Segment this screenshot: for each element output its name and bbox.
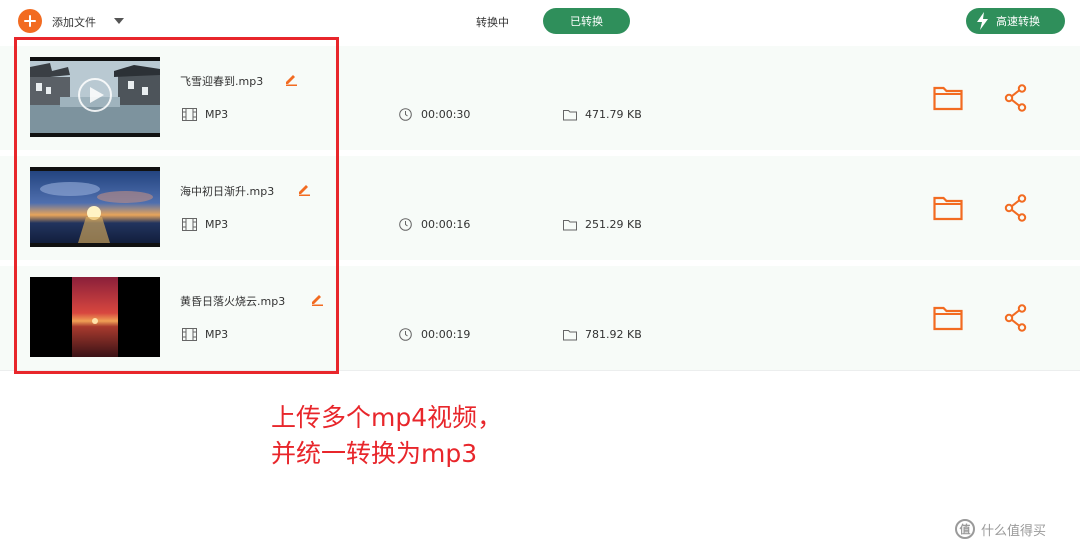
- open-folder-icon[interactable]: [933, 305, 963, 331]
- converter-window: 添加文件 转换中 已转换 高速转换 飞雪迎春到.mp3 MP3 00:00:30…: [0, 0, 1080, 551]
- annotation-line-2: 并统一转换为mp3: [271, 439, 478, 468]
- file-size: 471.79 KB: [585, 108, 642, 121]
- duration: 00:00:30: [421, 108, 471, 121]
- toolbar: 添加文件 转换中 已转换 高速转换: [0, 0, 1080, 42]
- add-file-label[interactable]: 添加文件: [52, 14, 96, 30]
- folder-icon: [563, 330, 577, 341]
- folder-icon: [563, 220, 577, 231]
- clock-icon: [399, 218, 412, 231]
- share-icon[interactable]: [1004, 304, 1028, 332]
- high-speed-convert-button[interactable]: 高速转换: [966, 8, 1065, 34]
- highlight-box: [14, 37, 339, 374]
- lightning-icon: [977, 12, 988, 30]
- file-size: 251.29 KB: [585, 218, 642, 231]
- high-speed-label: 高速转换: [996, 15, 1040, 28]
- chevron-down-icon[interactable]: [113, 16, 125, 26]
- annotation-line-1: 上传多个mp4视频，: [271, 403, 503, 432]
- file-size: 781.92 KB: [585, 328, 642, 341]
- watermark-logo-icon: 值: [955, 519, 975, 539]
- tab-converting[interactable]: 转换中: [476, 14, 509, 30]
- tab-converted[interactable]: 已转换: [543, 8, 630, 34]
- plus-icon: [24, 15, 36, 27]
- watermark-text: 什么值得买: [981, 523, 1047, 539]
- add-file-button[interactable]: [18, 9, 42, 33]
- folder-icon: [563, 110, 577, 121]
- open-folder-icon[interactable]: [933, 195, 963, 221]
- open-folder-icon[interactable]: [933, 85, 963, 111]
- duration: 00:00:19: [421, 328, 471, 341]
- watermark: 值 什么值得买: [955, 519, 1046, 539]
- clock-icon: [399, 328, 412, 341]
- annotation-text: 上传多个mp4视频， 并统一转换为mp3: [271, 400, 502, 472]
- share-icon[interactable]: [1004, 194, 1028, 222]
- share-icon[interactable]: [1004, 84, 1028, 112]
- duration: 00:00:16: [421, 218, 471, 231]
- clock-icon: [399, 108, 412, 121]
- tab-converted-label: 已转换: [570, 15, 603, 28]
